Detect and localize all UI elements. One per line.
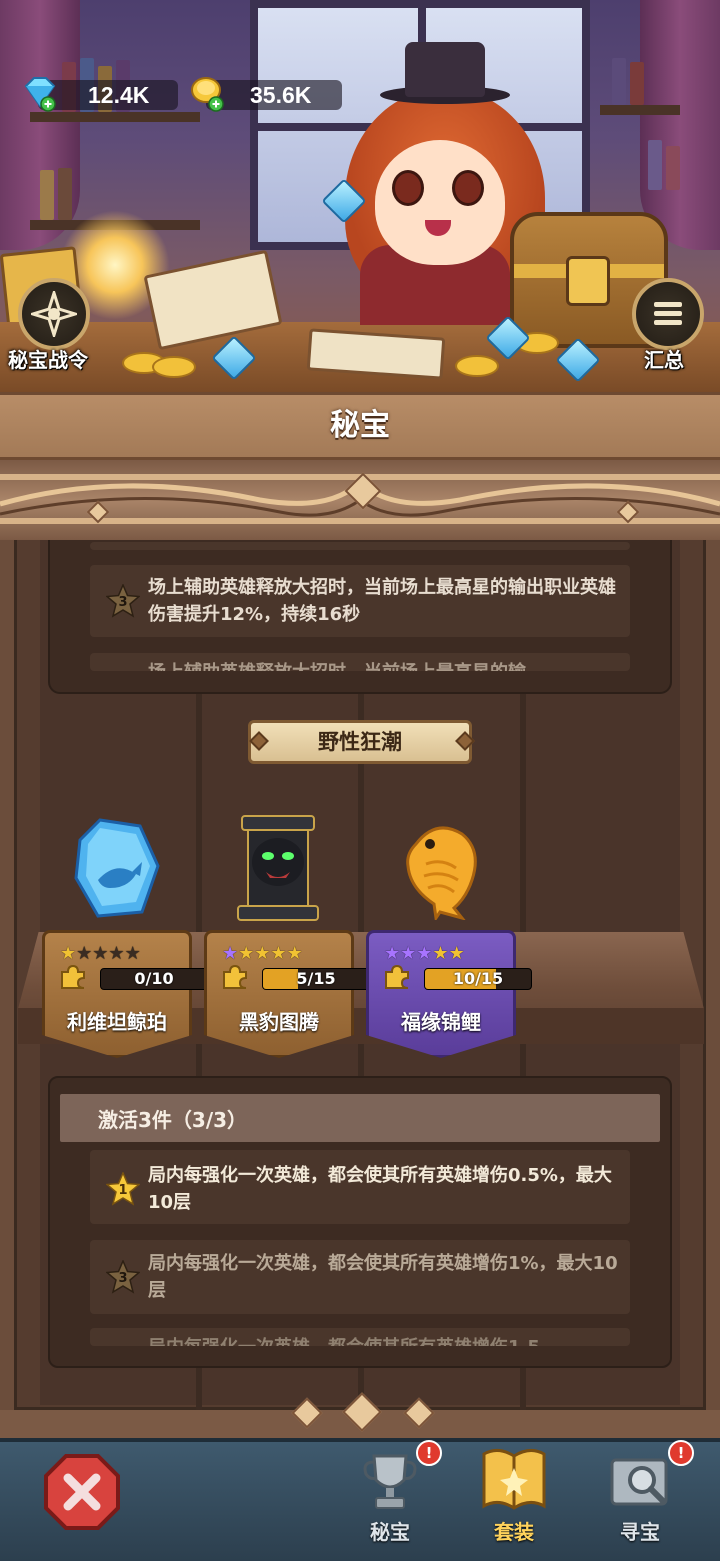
item-name: 利维坦鲸珀 [67, 1010, 167, 1034]
star-icon: ★ [238, 943, 255, 964]
star-icon: ★ [124, 943, 141, 964]
gem-amount: 12.4K [88, 82, 150, 108]
tab-set[interactable]: 套装 [464, 1438, 564, 1544]
star-icon: ★ [400, 943, 417, 964]
star-rating: ★★★★★ [384, 944, 465, 963]
whale-amber-icon[interactable] [70, 816, 162, 920]
notification-badge: ! [416, 1440, 442, 1466]
gem-plus-icon[interactable] [20, 74, 56, 112]
bookshelf-right [600, 105, 680, 115]
star-icon: ★ [448, 943, 465, 964]
ornate-header [0, 460, 720, 540]
koi-fish-icon[interactable] [396, 814, 490, 920]
puzzle-piece-icon [61, 964, 85, 989]
svg-text:3: 3 [118, 1271, 127, 1286]
effect-text: 局内每强化一次英雄，都会使其所有英雄增伤0.5%，最大10层 [148, 1165, 612, 1213]
coin [152, 356, 196, 378]
star-icon: ★ [108, 943, 125, 964]
panther-totem-icon[interactable] [234, 812, 322, 924]
close-button[interactable] [42, 1452, 122, 1532]
coin [455, 355, 499, 377]
star-icon: ★ [254, 943, 271, 964]
tab-treasure[interactable]: 秘宝 ! [340, 1440, 442, 1544]
trophy-icon [363, 1454, 417, 1509]
effect-row-partial: 场上辅助英雄释放大招时，当前场上最高星的输 [90, 653, 630, 671]
progress-bar: 0/10 [100, 968, 208, 990]
tab-label: 寻宝 [620, 1520, 660, 1544]
item-name: 福缘锦鲤 [401, 1010, 481, 1034]
set-name-banner: 野性狂潮 [248, 720, 472, 764]
right-curtain [640, 0, 720, 250]
progress-text: 5/15 [296, 969, 336, 988]
hero-scene: 12.4K 35.6K 秘宝战令 汇总 [0, 0, 720, 392]
star-icon: ★ [384, 943, 401, 964]
star-icon: ★ [222, 943, 239, 964]
character-face [375, 140, 505, 265]
close-icon [44, 1454, 120, 1530]
star-icon: ★ [286, 943, 303, 964]
effect-text: 场上辅助英雄释放大招时，当前场上最高星的输出职业英雄伤害提升12%，持续16秒 [148, 577, 616, 625]
svg-text:3: 3 [118, 595, 127, 610]
effect-text: 局内每强化一次英雄，都会使其所有英雄增伤1%，最大10层 [148, 1253, 618, 1301]
progress-bar: 10/15 [424, 968, 532, 990]
summary-button[interactable] [632, 278, 704, 350]
star-icon: ★ [92, 943, 109, 964]
star-level-icon: 3 [106, 584, 140, 618]
star-rating: ★★★★★ [60, 944, 141, 963]
page-title: 秘宝 [330, 408, 390, 443]
svg-text:1: 1 [118, 1183, 127, 1198]
gold-plus-icon[interactable] [188, 74, 224, 112]
summary-label: 汇总 [644, 348, 684, 372]
tab-label: 秘宝 [370, 1520, 410, 1544]
star-icon: ★ [76, 943, 93, 964]
activation-header: 激活3件（3/3） [98, 1108, 248, 1132]
star-icon: ★ [60, 943, 77, 964]
star-icon: ★ [416, 943, 433, 964]
treasure-pass-button[interactable] [18, 278, 90, 350]
character-hat [405, 42, 485, 97]
star-icon: ★ [432, 943, 449, 964]
map-search-icon [610, 1458, 668, 1506]
tab-label: 套装 [494, 1520, 534, 1544]
item-name: 黑豹图腾 [239, 1010, 319, 1034]
treasure-pass-label: 秘宝战令 [8, 348, 88, 372]
notification-badge: ! [668, 1440, 694, 1466]
list-icon [654, 302, 682, 325]
puzzle-piece-icon [223, 964, 247, 989]
progress-text: 0/10 [134, 969, 174, 988]
effect-row-partial: 局内每强化一次英雄，都会使其所有英雄增伤1.5 [90, 1328, 630, 1346]
tab-hunt[interactable]: 寻宝 ! [590, 1440, 694, 1544]
progress-bar: 5/15 [262, 968, 370, 990]
title-bar: 秘宝 [0, 392, 720, 460]
puzzle-piece-icon [385, 964, 409, 989]
star-icon: ★ [270, 943, 287, 964]
compass-star-icon [31, 291, 77, 337]
star-level-icon: 1 [106, 1172, 140, 1206]
gold-amount: 35.6K [250, 82, 312, 108]
star-level-icon: 3 [106, 1260, 140, 1294]
book-icon [482, 1449, 546, 1510]
star-rating: ★★★★★ [222, 944, 303, 963]
progress-text: 10/15 [452, 969, 504, 988]
